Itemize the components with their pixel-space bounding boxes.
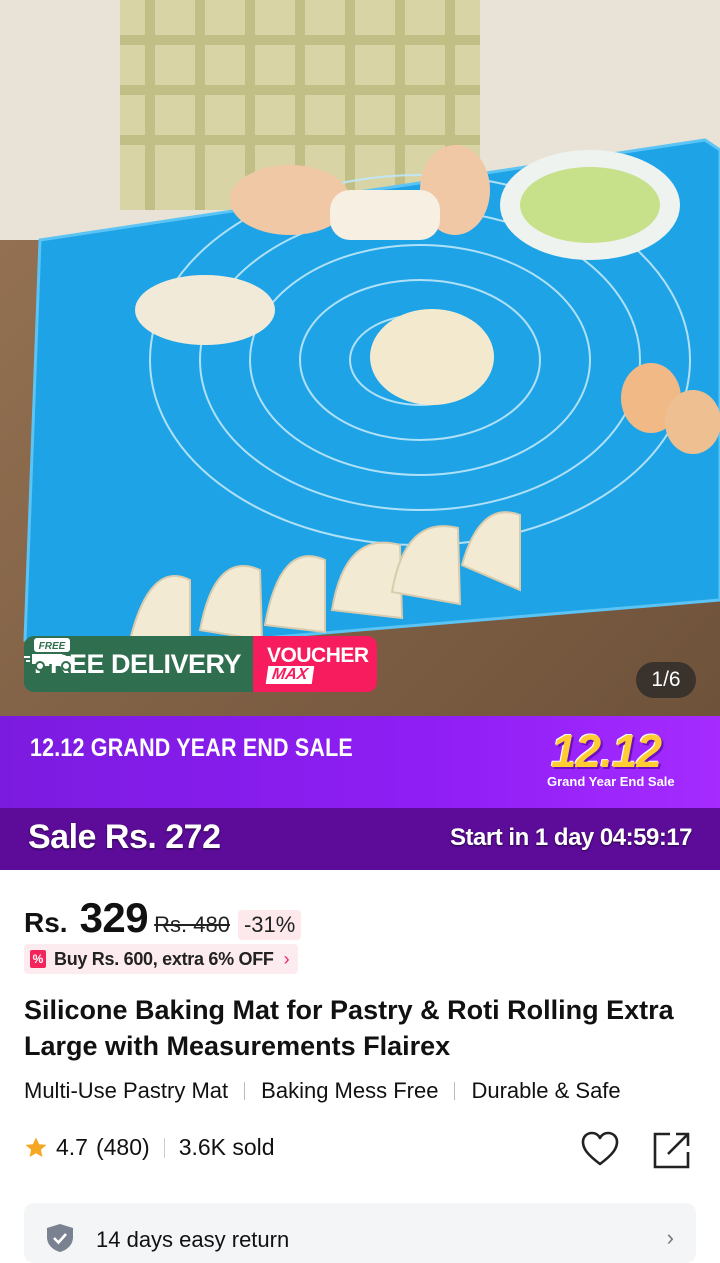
divider [163, 1137, 165, 1158]
voucher-max-badge: VOUCHER MAX [253, 636, 378, 692]
campaign-logo-text: Grand Year End Sale [547, 774, 675, 789]
product-photo [0, 0, 720, 716]
sale-price-bar: Sale Rs. 272 Start in 1 day 04:59:17 [0, 808, 720, 870]
current-price: 329 [79, 894, 149, 941]
sold-count: 3.6K sold [178, 1134, 275, 1160]
product-image[interactable]: FREE FREE DELIVERY VOUCHER MAX 1/6 [0, 0, 720, 716]
divider [454, 1082, 456, 1100]
review-count: (480) [95, 1134, 150, 1160]
price-line: Rs. 329 Rs. 480 -31% [24, 894, 302, 942]
sale-price: Sale Rs. 272 [28, 818, 221, 856]
star-icon [25, 1137, 47, 1157]
discount-tag-icon: % [30, 950, 46, 968]
promo-text: Buy Rs. 600, extra 6% OFF [54, 948, 274, 969]
return-policy-text: 14 days easy return [96, 1227, 290, 1252]
chevron-right-icon: › [283, 948, 290, 969]
currency-label: Rs. [24, 907, 68, 938]
campaign-logo-number: 12.12 [551, 725, 662, 777]
sale-countdown: Start in 1 day 04:59:17 [450, 824, 692, 851]
divider [244, 1082, 246, 1100]
image-counter: 1/6 [636, 662, 696, 698]
rating-value: 4.7 [56, 1134, 88, 1160]
feature-tag: Baking Mess Free [261, 1078, 439, 1103]
campaign-logo: 12.12 Grand Year End Sale [545, 722, 685, 802]
feature-tags: Multi-Use Pastry Mat Baking Mess Free Du… [24, 1078, 621, 1104]
original-price: Rs. 480 [154, 912, 230, 937]
rating-row[interactable]: 4.7 (480) 3.6K sold [24, 1134, 275, 1161]
feature-tag: Durable & Safe [471, 1078, 621, 1103]
discount-badge: -31% [237, 910, 302, 940]
shield-icon [47, 1224, 73, 1252]
chevron-right-icon: › [666, 1225, 674, 1250]
svg-text:FREE: FREE [39, 641, 66, 652]
truck-icon: FREE [24, 638, 74, 671]
promo-badges: FREE FREE DELIVERY VOUCHER MAX [24, 636, 378, 692]
feature-tag: Multi-Use Pastry Mat [24, 1078, 229, 1103]
voucher-max-label: MAX [265, 666, 314, 684]
heart-icon[interactable] [580, 1130, 620, 1168]
free-delivery-badge: FREE FREE DELIVERY [24, 636, 254, 692]
campaign-title: 12.12 GRAND YEAR END SALE [30, 734, 353, 762]
voucher-label: VOUCHER [267, 644, 369, 667]
extra-discount-promo[interactable]: % Buy Rs. 600, extra 6% OFF › [24, 944, 298, 974]
return-policy-row[interactable]: 14 days easy return › [24, 1203, 696, 1263]
share-icon[interactable] [652, 1130, 692, 1170]
campaign-banner[interactable]: 12.12 GRAND YEAR END SALE 12.12 Grand Ye… [0, 716, 720, 808]
product-title: Silicone Baking Mat for Pastry & Roti Ro… [24, 995, 674, 1061]
